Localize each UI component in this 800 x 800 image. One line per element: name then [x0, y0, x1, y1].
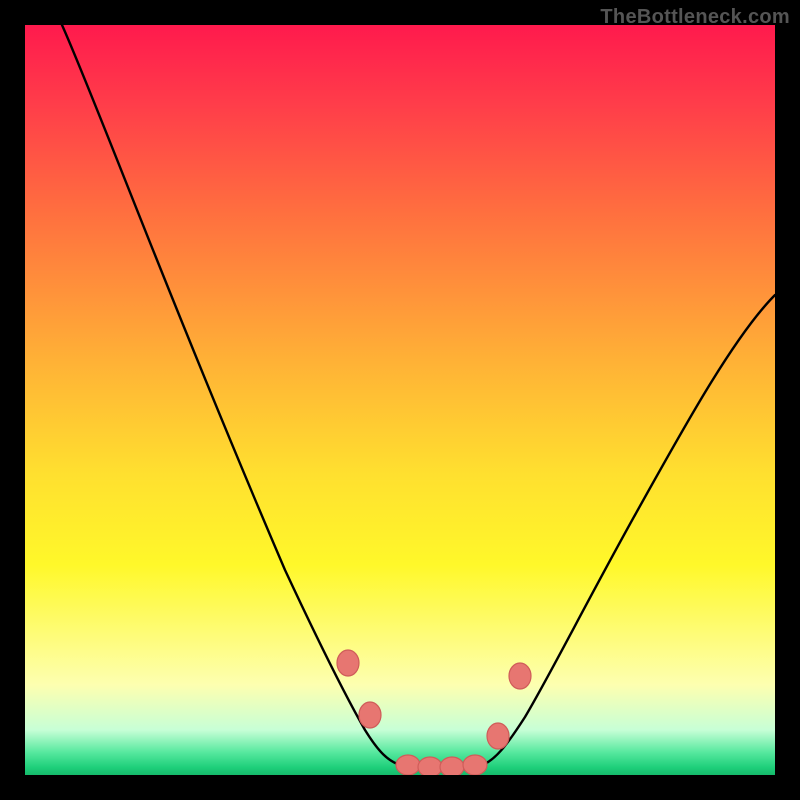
floor-marker-3: [440, 757, 464, 775]
floor-marker-2: [418, 757, 442, 775]
bottleneck-chart: [25, 25, 775, 775]
floor-marker-4: [463, 755, 487, 775]
right-lower-marker: [487, 723, 509, 749]
left-upper-marker: [337, 650, 359, 676]
marker-group: [337, 650, 531, 775]
bottleneck-curve: [62, 25, 775, 770]
left-lower-marker: [359, 702, 381, 728]
floor-marker-1: [396, 755, 420, 775]
right-upper-marker: [509, 663, 531, 689]
